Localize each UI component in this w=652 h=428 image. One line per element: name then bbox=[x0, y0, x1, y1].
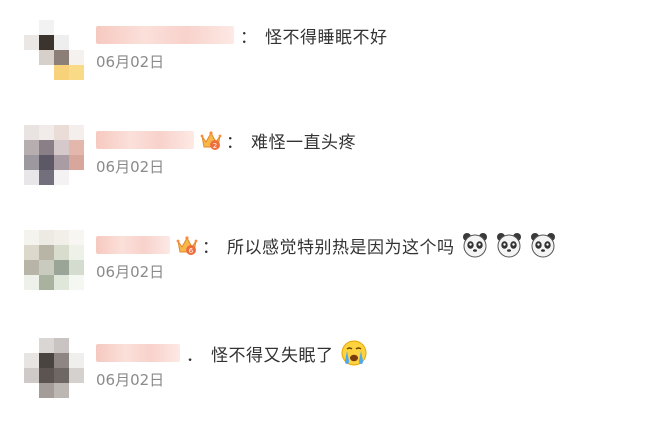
comment-date: 06月02日 bbox=[96, 371, 165, 389]
comment-item: 2 ： 难怪一直头疼 06月02日 bbox=[0, 125, 652, 215]
comment-item: ． 怪不得又失眠了 06月02日 bbox=[0, 338, 652, 428]
avatar[interactable] bbox=[24, 20, 84, 80]
separator: ： bbox=[226, 132, 243, 153]
comment-date: 06月02日 bbox=[96, 158, 165, 176]
crown-badge-icon[interactable]: 2 bbox=[200, 129, 222, 151]
comment-date: 06月02日 bbox=[96, 263, 165, 281]
avatar[interactable] bbox=[24, 230, 84, 290]
separator: ： bbox=[240, 27, 257, 48]
comment-text: 所以感觉特别热是因为这个吗 bbox=[227, 237, 455, 258]
username-link[interactable] bbox=[96, 131, 194, 149]
comment-text: 怪不得又失眠了 bbox=[211, 345, 334, 366]
panda-emoji-icon bbox=[496, 233, 521, 258]
crying-face-emoji-icon bbox=[341, 340, 366, 366]
panda-emoji-icon bbox=[530, 233, 555, 258]
separator: ： bbox=[202, 237, 219, 258]
comment-item: 6 ： 所以感觉特别热是因为这个吗 06月02日 bbox=[0, 230, 652, 320]
separator: ． bbox=[186, 345, 203, 366]
panda-emoji-icon bbox=[462, 233, 487, 258]
avatar[interactable] bbox=[24, 338, 84, 398]
username-link[interactable] bbox=[96, 26, 234, 44]
username-link[interactable] bbox=[96, 344, 180, 362]
crown-badge-icon[interactable]: 6 bbox=[176, 234, 198, 256]
comment-text: 怪不得睡眠不好 bbox=[265, 27, 388, 48]
username-link[interactable] bbox=[96, 236, 170, 254]
svg-text:2: 2 bbox=[213, 142, 217, 150]
comment-date: 06月02日 bbox=[96, 53, 165, 71]
comment-text: 难怪一直头疼 bbox=[251, 132, 356, 153]
comment-item: ： 怪不得睡眠不好 06月02日 bbox=[0, 20, 652, 110]
svg-text:6: 6 bbox=[189, 247, 194, 255]
avatar[interactable] bbox=[24, 125, 84, 185]
